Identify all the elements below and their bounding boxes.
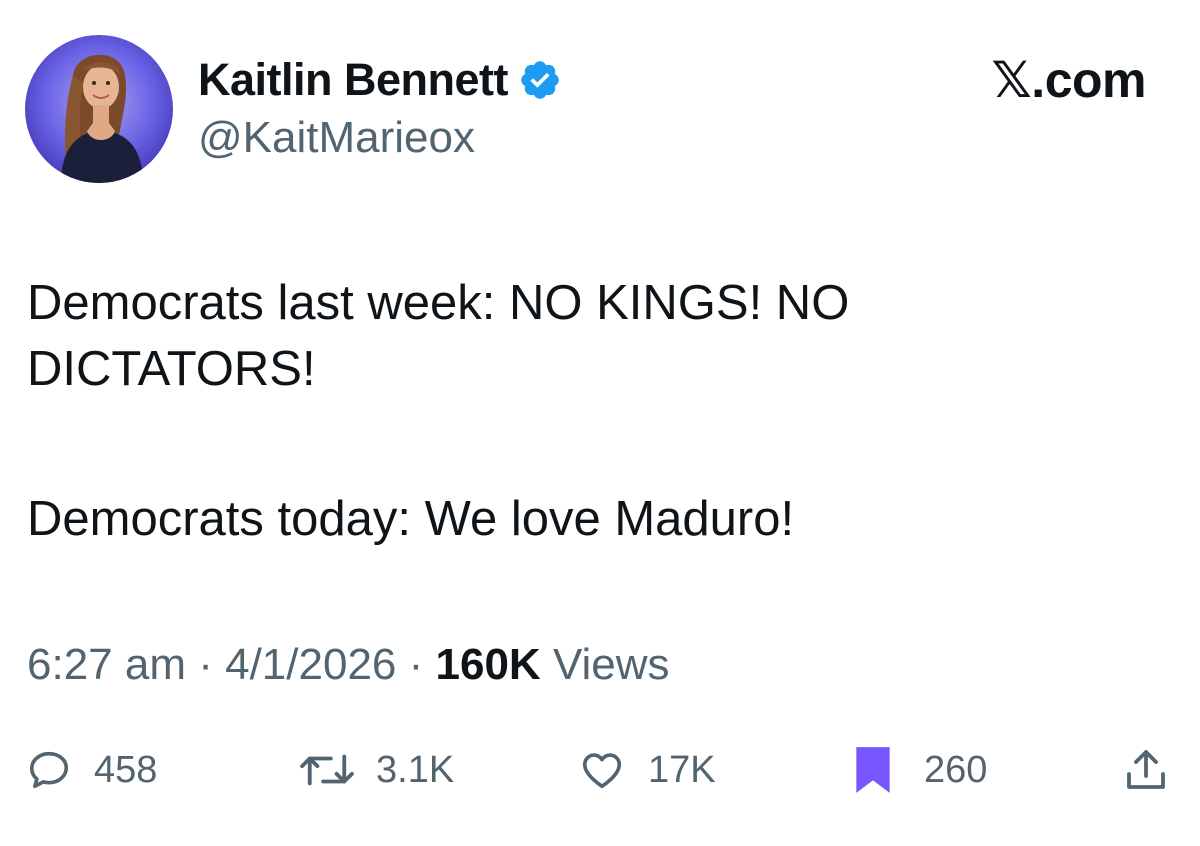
share-button[interactable]	[1122, 740, 1170, 800]
tweet-date[interactable]: 4/1/2026	[225, 640, 396, 689]
author-name-row: Kaitlin Bennett	[198, 52, 562, 108]
avatar[interactable]	[25, 35, 173, 183]
profile-photo-icon	[25, 35, 173, 183]
tweet-meta: 6:27 am · 4/1/2026 · 160K Views	[27, 638, 670, 692]
tweet-line: Democrats today: We love Maduro!	[27, 492, 795, 546]
reply-button[interactable]: 458	[26, 740, 157, 800]
tweet-text: Democrats last week: NO KINGS! NO DICTAT…	[27, 270, 1157, 552]
repost-count: 3.1K	[376, 748, 455, 791]
repost-button[interactable]: 3.1K	[296, 740, 454, 800]
display-name[interactable]: Kaitlin Bennett	[198, 54, 509, 106]
views-count: 160K	[435, 640, 541, 689]
like-count: 17K	[648, 748, 716, 791]
tweet-line: Democrats last week: NO KINGS! NO	[27, 276, 850, 330]
reply-count: 458	[94, 748, 158, 791]
tweet-time[interactable]: 6:27 am	[27, 640, 186, 689]
views-label: Views	[552, 640, 670, 689]
bookmark-count: 260	[924, 748, 988, 791]
repost-icon	[300, 754, 354, 786]
like-button[interactable]: 17K	[578, 740, 716, 800]
meta-separator: ·	[198, 640, 213, 689]
bookmark-button[interactable]: 260	[852, 740, 987, 800]
bookmark-icon	[856, 747, 890, 793]
site-label-text: .com	[1031, 52, 1146, 108]
share-icon	[1127, 750, 1165, 789]
meta-separator: ·	[408, 640, 424, 689]
tweet-line: DICTATORS!	[27, 342, 316, 396]
x-logo-icon: 𝕏	[991, 51, 1032, 109]
action-bar: 458 3.1K 17K 260	[0, 740, 1200, 800]
heart-icon	[582, 753, 622, 789]
verified-badge-icon	[518, 58, 562, 102]
site-label: 𝕏.com	[992, 52, 1147, 108]
author-handle[interactable]: @KaitMarieox	[198, 113, 475, 163]
reply-icon	[29, 751, 69, 789]
